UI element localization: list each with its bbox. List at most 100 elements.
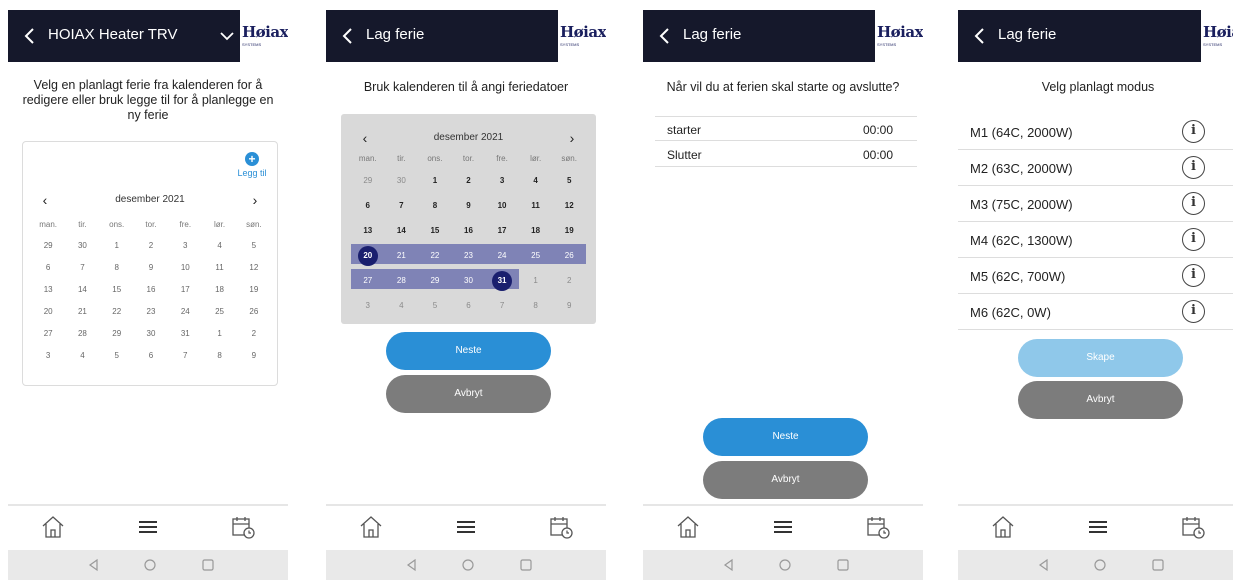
calendar-day[interactable]: 11: [519, 193, 553, 218]
calendar-day[interactable]: 5: [237, 234, 271, 256]
calendar-day[interactable]: 15: [100, 278, 134, 300]
calendar-day[interactable]: 11: [202, 256, 236, 278]
back-arrow-icon[interactable]: [338, 24, 358, 48]
calendar-day[interactable]: 9: [452, 193, 486, 218]
calendar-day[interactable]: 25: [519, 243, 553, 268]
home-icon[interactable]: [990, 514, 1016, 540]
calendar-day[interactable]: 30: [65, 234, 99, 256]
start-time-row[interactable]: starter 00:00: [655, 116, 917, 141]
calendar-clock-icon[interactable]: [1180, 514, 1206, 540]
calendar-day[interactable]: 12: [552, 193, 586, 218]
menu-icon[interactable]: [1085, 514, 1111, 540]
calendar-day[interactable]: 26: [552, 243, 586, 268]
calendar-day[interactable]: 5: [418, 293, 452, 318]
calendar-day[interactable]: 7: [485, 293, 519, 318]
calendar-day[interactable]: 28: [65, 322, 99, 344]
calendar-day[interactable]: 5: [552, 168, 586, 193]
calendar-day[interactable]: 7: [385, 193, 419, 218]
calendar-day[interactable]: 1: [202, 322, 236, 344]
menu-icon[interactable]: [135, 514, 161, 540]
calendar-day[interactable]: 31: [168, 322, 202, 344]
calendar-day[interactable]: 16: [134, 278, 168, 300]
calendar-day[interactable]: 27: [31, 322, 65, 344]
back-arrow-icon[interactable]: [655, 24, 675, 48]
next-button[interactable]: Neste: [386, 332, 551, 370]
home-icon[interactable]: [358, 514, 384, 540]
android-home-icon[interactable]: [778, 558, 792, 572]
info-icon[interactable]: i: [1182, 264, 1205, 287]
mode-row-m4[interactable]: M4 (62C, 1300W) i: [958, 222, 1233, 258]
calendar-day[interactable]: 22: [100, 300, 134, 322]
calendar-day[interactable]: 7: [65, 256, 99, 278]
create-button[interactable]: Skape: [1018, 339, 1183, 377]
calendar-day[interactable]: 13: [31, 278, 65, 300]
android-home-icon[interactable]: [1093, 558, 1107, 572]
calendar-day[interactable]: 30: [452, 268, 486, 293]
calendar-day[interactable]: 21: [385, 243, 419, 268]
calendar-day[interactable]: 14: [65, 278, 99, 300]
calendar-day[interactable]: 8: [100, 256, 134, 278]
calendar-day[interactable]: 15: [418, 218, 452, 243]
android-recents-icon[interactable]: [1151, 558, 1165, 572]
calendar-day[interactable]: 29: [418, 268, 452, 293]
calendar-day[interactable]: 8: [418, 193, 452, 218]
calendar-day[interactable]: 25: [202, 300, 236, 322]
android-back-icon[interactable]: [87, 558, 101, 572]
calendar-day[interactable]: 26: [237, 300, 271, 322]
calendar-day[interactable]: 28: [385, 268, 419, 293]
android-back-icon[interactable]: [722, 558, 736, 572]
calendar-day[interactable]: 1: [418, 168, 452, 193]
calendar-day[interactable]: 18: [519, 218, 553, 243]
calendar-day[interactable]: 5: [100, 344, 134, 366]
calendar-day[interactable]: 24: [485, 243, 519, 268]
calendar-clock-icon[interactable]: [230, 514, 256, 540]
next-month-button[interactable]: ›: [564, 130, 580, 146]
calendar-day[interactable]: 2: [552, 268, 586, 293]
calendar-clock-icon[interactable]: [548, 514, 574, 540]
back-arrow-icon[interactable]: [20, 24, 40, 48]
mode-row-m5[interactable]: M5 (62C, 700W) i: [958, 258, 1233, 294]
info-icon[interactable]: i: [1182, 156, 1205, 179]
calendar-clock-icon[interactable]: [865, 514, 891, 540]
calendar-day[interactable]: 10: [485, 193, 519, 218]
calendar-day[interactable]: 23: [452, 243, 486, 268]
calendar-day[interactable]: 4: [65, 344, 99, 366]
calendar-day[interactable]: 8: [519, 293, 553, 318]
home-icon[interactable]: [40, 514, 66, 540]
chevron-down-icon[interactable]: [219, 28, 235, 44]
calendar-day[interactable]: 2: [452, 168, 486, 193]
back-arrow-icon[interactable]: [970, 24, 990, 48]
calendar-day[interactable]: 13: [351, 218, 385, 243]
info-icon[interactable]: i: [1182, 228, 1205, 251]
home-icon[interactable]: [675, 514, 701, 540]
android-back-icon[interactable]: [1037, 558, 1051, 572]
android-home-icon[interactable]: [461, 558, 475, 572]
calendar-day[interactable]: 17: [168, 278, 202, 300]
calendar-day[interactable]: 20: [31, 300, 65, 322]
calendar-day[interactable]: 9: [237, 344, 271, 366]
calendar-day[interactable]: 8: [202, 344, 236, 366]
cancel-button[interactable]: Avbryt: [703, 461, 868, 499]
mode-row-m6[interactable]: M6 (62C, 0W) i: [958, 294, 1233, 330]
calendar-day[interactable]: 30: [385, 168, 419, 193]
calendar-day[interactable]: 1: [519, 268, 553, 293]
calendar-day[interactable]: 27: [351, 268, 385, 293]
end-time-row[interactable]: Slutter 00:00: [655, 142, 917, 167]
calendar-day[interactable]: 17: [485, 218, 519, 243]
mode-row-m1[interactable]: M1 (64C, 2000W) i: [958, 114, 1233, 150]
calendar-day[interactable]: 14: [385, 218, 419, 243]
calendar-day[interactable]: 3: [168, 234, 202, 256]
calendar-day[interactable]: 23: [134, 300, 168, 322]
calendar-day[interactable]: 6: [134, 344, 168, 366]
calendar-day[interactable]: 16: [452, 218, 486, 243]
info-icon[interactable]: i: [1182, 300, 1205, 323]
calendar-day[interactable]: 18: [202, 278, 236, 300]
calendar-day[interactable]: 21: [65, 300, 99, 322]
next-button[interactable]: Neste: [703, 418, 868, 456]
mode-row-m3[interactable]: M3 (75C, 2000W) i: [958, 186, 1233, 222]
calendar-day[interactable]: 4: [385, 293, 419, 318]
android-recents-icon[interactable]: [201, 558, 215, 572]
next-month-button[interactable]: ›: [247, 192, 263, 208]
android-recents-icon[interactable]: [519, 558, 533, 572]
android-home-icon[interactable]: [143, 558, 157, 572]
